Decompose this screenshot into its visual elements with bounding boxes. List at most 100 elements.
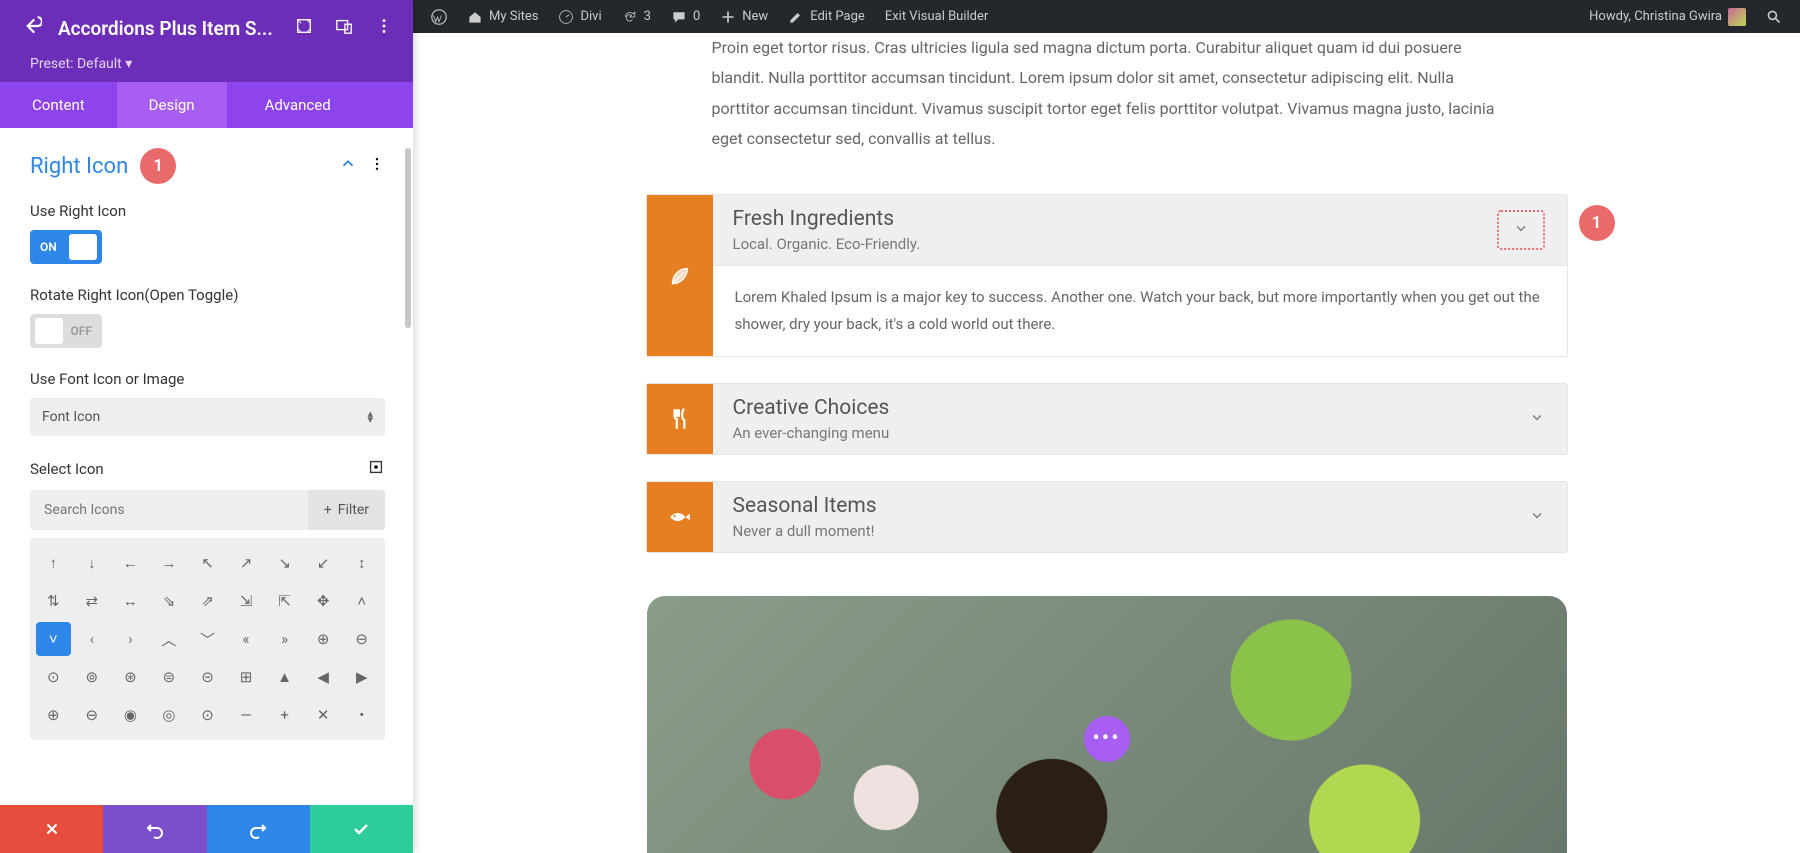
site-label: Divi bbox=[580, 9, 601, 24]
icon-option[interactable]: ⇘ bbox=[152, 584, 187, 618]
field-label: Select Icon bbox=[30, 460, 104, 478]
icon-option[interactable]: ⇅ bbox=[36, 584, 71, 618]
icon-option[interactable]: ↔ bbox=[113, 584, 148, 618]
icon-picker-expand[interactable] bbox=[367, 458, 385, 480]
icon-option[interactable]: » bbox=[267, 622, 302, 656]
undo-button[interactable] bbox=[103, 805, 206, 853]
icon-option[interactable]: ⇲ bbox=[229, 584, 264, 618]
save-button[interactable] bbox=[310, 805, 413, 853]
icon-option[interactable]: ⊞ bbox=[229, 660, 264, 694]
icon-option[interactable]: + bbox=[267, 698, 302, 732]
accordion-right-icon[interactable] bbox=[1497, 210, 1545, 250]
toggle-rotate-right-icon[interactable]: OFF bbox=[30, 314, 102, 348]
howdy-user[interactable]: Howdy, Christina Gwira bbox=[1579, 0, 1756, 33]
accordion-item: Seasonal Items Never a dull moment! bbox=[647, 482, 1567, 552]
select-value: Font Icon bbox=[42, 409, 100, 425]
accordion-title: Creative Choices bbox=[733, 396, 1507, 420]
icon-option[interactable]: ⊖ bbox=[344, 622, 379, 656]
icon-option[interactable]: • bbox=[344, 698, 379, 732]
select-font-icon-or-image[interactable]: Font Icon ▴▾ bbox=[30, 398, 385, 436]
icon-option[interactable]: ◀ bbox=[306, 660, 341, 694]
accordion-icon-box bbox=[647, 384, 713, 454]
accordion-header[interactable]: Seasonal Items Never a dull moment! bbox=[713, 482, 1567, 552]
accordion-header[interactable]: Creative Choices An ever-changing menu bbox=[713, 384, 1567, 454]
icon-option[interactable]: → bbox=[152, 546, 187, 580]
icon-option[interactable]: ⊚ bbox=[75, 660, 110, 694]
icon-option[interactable]: « bbox=[229, 622, 264, 656]
plus-icon bbox=[720, 9, 736, 25]
icon-option[interactable]: ↗ bbox=[229, 546, 264, 580]
search-toggle[interactable] bbox=[1756, 0, 1792, 33]
icon-option[interactable]: ↘ bbox=[267, 546, 302, 580]
icon-option[interactable]: ✕ bbox=[306, 698, 341, 732]
preset-selector[interactable]: Preset: Default ▾ bbox=[0, 56, 413, 82]
accordion-right-icon[interactable] bbox=[1529, 507, 1545, 527]
updates-count: 3 bbox=[644, 9, 651, 24]
devices-icon bbox=[335, 17, 353, 35]
panel-header: Accordions Plus Item S... Preset: Defaul… bbox=[0, 0, 413, 128]
tab-advanced[interactable]: Advanced bbox=[227, 82, 369, 128]
filter-button[interactable]: +Filter bbox=[308, 490, 385, 530]
wordpress-icon bbox=[431, 9, 447, 25]
icon-option[interactable]: ︿ bbox=[152, 622, 187, 656]
icon-option[interactable]: ⇗ bbox=[190, 584, 225, 618]
icon-option[interactable]: ⊕ bbox=[306, 622, 341, 656]
updates-link[interactable]: 3 bbox=[612, 0, 661, 33]
comments-link[interactable]: 0 bbox=[661, 0, 710, 33]
module-options-fab[interactable]: ••• bbox=[1084, 716, 1130, 762]
section-collapse[interactable] bbox=[339, 155, 357, 177]
new-link[interactable]: New bbox=[710, 0, 778, 33]
icon-option[interactable]: › bbox=[113, 622, 148, 656]
pencil-icon bbox=[788, 9, 804, 25]
wp-logo[interactable] bbox=[421, 0, 457, 33]
section-menu[interactable] bbox=[369, 156, 385, 176]
search-icon bbox=[1766, 9, 1782, 25]
responsive-button[interactable] bbox=[329, 17, 359, 39]
icon-option[interactable]: ◎ bbox=[152, 698, 187, 732]
icon-option[interactable]: ﹀ bbox=[190, 622, 225, 656]
icon-option[interactable]: ⇄ bbox=[75, 584, 110, 618]
icon-option[interactable]: ✥ bbox=[306, 584, 341, 618]
icon-option[interactable]: ↕ bbox=[344, 546, 379, 580]
icon-option[interactable]: ▶ bbox=[344, 660, 379, 694]
site-link[interactable]: Divi bbox=[548, 0, 611, 33]
icon-option[interactable]: ← bbox=[113, 546, 148, 580]
icon-option[interactable]: ⊝ bbox=[190, 660, 225, 694]
icon-option[interactable]: ⊖ bbox=[75, 698, 110, 732]
gauge-icon bbox=[558, 9, 574, 25]
icon-option[interactable]: ⊛ bbox=[113, 660, 148, 694]
icon-option[interactable]: ↓ bbox=[75, 546, 110, 580]
my-sites-link[interactable]: My Sites bbox=[457, 0, 548, 33]
edit-page-link[interactable]: Edit Page bbox=[778, 0, 875, 33]
accordion-header[interactable]: Fresh Ingredients Local. Organic. Eco-Fr… bbox=[713, 195, 1567, 265]
redo-button[interactable] bbox=[207, 805, 310, 853]
icon-option[interactable]: ⊙ bbox=[36, 660, 71, 694]
icon-option[interactable]: ⊙ bbox=[190, 698, 225, 732]
panel-scrollbar[interactable] bbox=[405, 148, 411, 328]
cancel-button[interactable] bbox=[0, 805, 103, 853]
back-button[interactable] bbox=[14, 15, 48, 41]
icon-grid[interactable]: ↑↓←→↖↗↘↙↕⇅⇄↔⇘⇗⇲⇱✥˄˅‹›︿﹀«»⊕⊖⊙⊚⊛⊜⊝⊞▲◀▶⊕⊖◉◎… bbox=[30, 538, 385, 740]
accordion-right-icon[interactable] bbox=[1529, 409, 1545, 429]
icon-option[interactable]: ▲ bbox=[267, 660, 302, 694]
expand-button[interactable] bbox=[289, 17, 319, 39]
icon-option[interactable]: ◉ bbox=[113, 698, 148, 732]
icon-option[interactable]: ⇱ bbox=[267, 584, 302, 618]
icon-option[interactable]: ⊜ bbox=[152, 660, 187, 694]
icon-option[interactable]: ˄ bbox=[344, 584, 379, 618]
icon-option[interactable]: ⊕ bbox=[36, 698, 71, 732]
avatar bbox=[1728, 8, 1746, 26]
icon-option[interactable]: ↖ bbox=[190, 546, 225, 580]
panel-menu-button[interactable] bbox=[369, 17, 399, 39]
icon-option[interactable]: ‹ bbox=[75, 622, 110, 656]
tab-content[interactable]: Content bbox=[0, 82, 117, 128]
check-icon bbox=[351, 819, 371, 839]
icon-option[interactable]: ↙ bbox=[306, 546, 341, 580]
icon-option[interactable]: ↑ bbox=[36, 546, 71, 580]
icon-option[interactable]: ˅ bbox=[36, 622, 71, 656]
search-input[interactable] bbox=[30, 490, 308, 530]
icon-option[interactable]: — bbox=[229, 698, 264, 732]
exit-visual-builder[interactable]: Exit Visual Builder bbox=[875, 0, 998, 33]
toggle-use-right-icon[interactable]: ON bbox=[30, 230, 102, 264]
tab-design[interactable]: Design bbox=[117, 82, 227, 128]
